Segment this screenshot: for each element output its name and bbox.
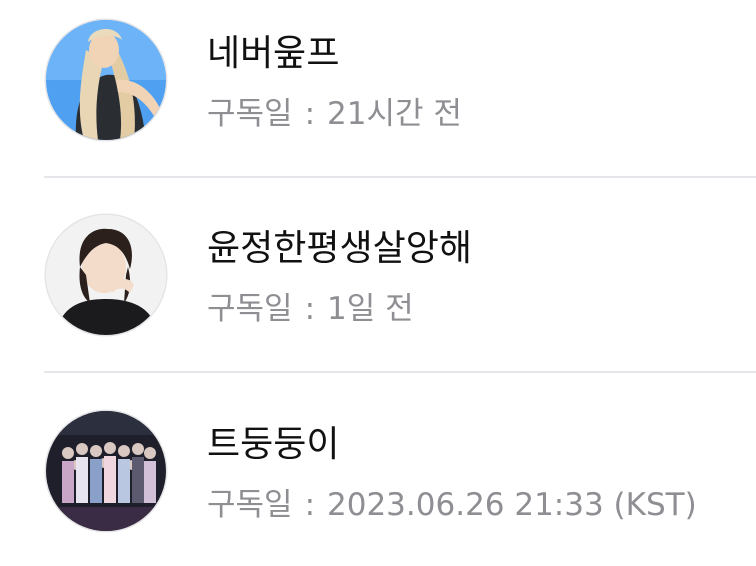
subscriber-row[interactable]: 트둥둥이 구독일:2023.06.26 21:33 (KST) (0, 403, 756, 553)
subscriber-list: 네버웊프 구독일:21시간 전 윤정한평생살앙해 구독일:1일 전 트둥둥이 구… (0, 0, 756, 566)
subscription-date: 구독일:2023.06.26 21:33 (KST) (207, 485, 697, 525)
subscriber-name[interactable]: 트둥둥이 (207, 423, 339, 467)
meta-value: 21시간 전 (327, 96, 462, 132)
meta-separator: : (304, 291, 316, 327)
meta-label: 구독일 (207, 487, 293, 523)
meta-value: 1일 전 (327, 291, 414, 327)
subscription-date: 구독일:21시간 전 (207, 94, 462, 134)
subscriber-name[interactable]: 네버웊프 (207, 32, 339, 76)
avatar-photo-icon (46, 411, 166, 531)
meta-label: 구독일 (207, 96, 293, 132)
row-divider (44, 176, 756, 178)
meta-value: 2023.06.26 21:33 (KST) (327, 487, 697, 523)
avatar[interactable] (46, 411, 166, 531)
meta-separator: : (304, 487, 316, 523)
row-divider (44, 371, 756, 373)
subscriber-row[interactable]: 네버웊프 구독일:21시간 전 (0, 12, 756, 162)
subscription-date: 구독일:1일 전 (207, 289, 414, 329)
meta-separator: : (304, 96, 316, 132)
avatar-photo-icon (46, 20, 166, 140)
avatar[interactable] (46, 20, 166, 140)
subscriber-name[interactable]: 윤정한평생살앙해 (207, 227, 472, 271)
meta-label: 구독일 (207, 291, 293, 327)
avatar-photo-icon (46, 215, 166, 335)
avatar[interactable] (46, 215, 166, 335)
subscriber-row[interactable]: 윤정한평생살앙해 구독일:1일 전 (0, 207, 756, 357)
